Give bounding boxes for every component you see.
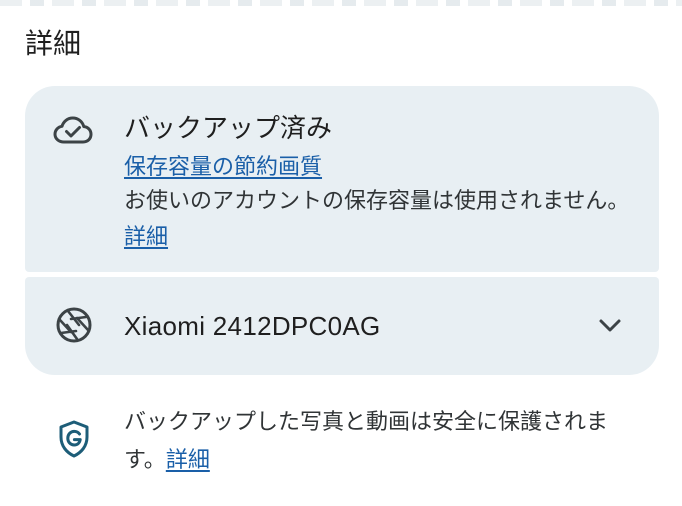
device-name: Xiaomi 2412DPC0AG [124, 311, 381, 341]
cloud-done-icon [53, 114, 93, 146]
security-note: バックアップした写真と動画は安全に保護されます。詳細 [124, 404, 634, 480]
section-title: 詳細 [25, 27, 82, 60]
chevron-down-icon[interactable] [597, 315, 623, 335]
backup-description: お使いのアカウントの保存容量は使用されません。詳細 [124, 184, 634, 256]
backup-details-link[interactable]: 詳細 [124, 225, 168, 250]
shield-g-icon [58, 420, 90, 458]
storage-usage-text: お使いのアカウントの保存容量は使用されません。 [124, 189, 630, 214]
backup-status-title: バックアップ済み [124, 114, 333, 144]
storage-saver-link[interactable]: 保存容量の節約画質 [124, 152, 322, 184]
camera-shutter-icon [55, 306, 93, 344]
security-details-link[interactable]: 詳細 [166, 448, 210, 473]
scrolled-content-edge [0, 0, 682, 6]
